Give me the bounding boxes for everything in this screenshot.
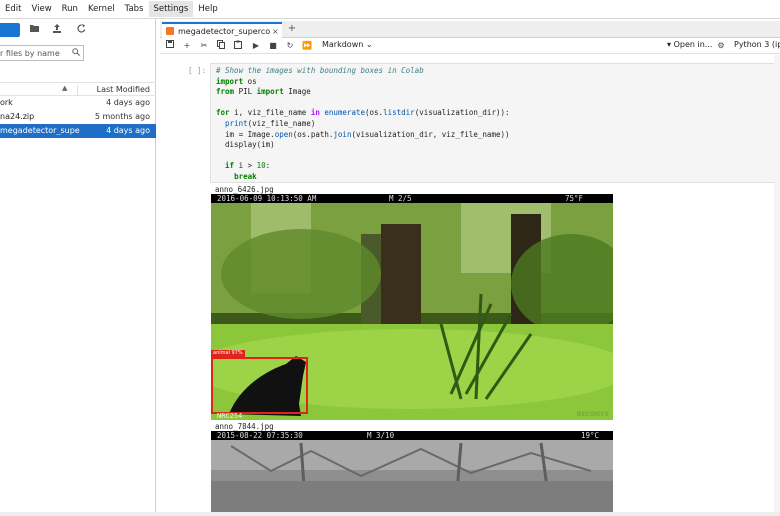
image-date: 2016-06-09 10:13:50 AM	[217, 194, 317, 203]
gear-icon[interactable]: ⚙	[715, 40, 727, 52]
tab-label: megadetector_supercom	[178, 26, 270, 36]
file-browser-toolbar	[0, 23, 156, 39]
file-modified: 4 days ago	[106, 126, 150, 135]
menu-help[interactable]: Help	[193, 1, 222, 17]
file-list-header: ▲ Last Modified	[0, 82, 156, 96]
open-in-label: Open in...	[673, 40, 713, 49]
search-icon	[72, 48, 80, 58]
image-timestamp-bar: 2015-08-22 07:35:30 M 3/10 19°C	[211, 431, 613, 440]
copy-icon[interactable]	[215, 40, 227, 52]
insert-cell-icon[interactable]: +	[181, 40, 193, 52]
bounding-box	[211, 357, 308, 414]
file-row[interactable]: ork 4 days ago	[0, 96, 156, 110]
close-tab-icon[interactable]: ×	[272, 27, 279, 36]
cell-type-select[interactable]: Markdown ⌄	[322, 40, 373, 49]
tab-notebook[interactable]: megadetector_supercom ×	[162, 22, 282, 38]
menu-kernel[interactable]: Kernel	[83, 1, 120, 17]
image-temperature: 75°F	[565, 194, 584, 203]
upload-icon[interactable]	[51, 24, 63, 36]
notebook-icon	[166, 27, 174, 35]
image-moon: M 3/10	[367, 431, 395, 440]
menu-edit[interactable]: Edit	[0, 1, 26, 17]
file-modified: 4 days ago	[106, 98, 150, 107]
kernel-name[interactable]: Python 3 (ipy	[734, 40, 780, 49]
add-tab-button[interactable]: +	[286, 23, 298, 35]
file-row[interactable]: na24.zip 5 months ago	[0, 110, 156, 124]
menu-view[interactable]: View	[26, 1, 56, 17]
notebook-scrollbar[interactable]	[774, 55, 780, 516]
caret-down-icon: ▾	[667, 40, 672, 49]
status-bar	[0, 512, 780, 516]
camera-trap-image: 2016-06-09 10:13:50 AM M 2/5 75°F animal…	[211, 194, 613, 420]
file-filter-placeholder: r files by name	[0, 48, 60, 58]
refresh-icon[interactable]	[75, 24, 87, 36]
open-in-button[interactable]: ▾ Open in...	[667, 40, 712, 49]
chevron-down-icon: ⌄	[365, 40, 373, 49]
camera-trap-image: 2015-08-22 07:35:30 M 3/10 19°C	[211, 431, 613, 516]
file-name: megadetector_superc...	[0, 126, 80, 135]
cell-prompt: [ ]:	[188, 66, 207, 75]
new-folder-icon[interactable]	[28, 24, 40, 36]
image-moon: M 2/5	[389, 194, 412, 203]
output-filename: anno_7844.jpg	[215, 422, 274, 431]
new-launcher-button[interactable]	[0, 23, 20, 37]
file-name: ork	[0, 98, 13, 107]
paste-icon[interactable]	[232, 40, 244, 52]
code-cell[interactable]: # Show the images with bounding boxes in…	[210, 63, 780, 183]
cut-icon[interactable]: ✂	[198, 40, 210, 52]
file-browser: r files by name ▲ Last Modified ork 4 da…	[0, 19, 156, 516]
file-row-selected[interactable]: megadetector_superc... 4 days ago	[0, 124, 156, 138]
menu-bar: Edit View Run Kernel Tabs Settings Help	[0, 0, 780, 19]
menu-tabs[interactable]: Tabs	[120, 1, 149, 17]
notebook-panel: [ ]: # Show the images with bounding box…	[160, 55, 780, 516]
save-icon[interactable]	[164, 40, 176, 52]
file-name: na24.zip	[0, 112, 35, 121]
menu-settings[interactable]: Settings	[148, 1, 194, 17]
image-date: 2015-08-22 07:35:30	[217, 431, 303, 440]
run-icon[interactable]: ▶	[250, 40, 262, 52]
restart-icon[interactable]: ↻	[284, 40, 296, 52]
image-temperature: 19°C	[581, 431, 600, 440]
notebook-toolbar: + ✂ ▶ ■ ↻ ⏩ Markdown ⌄ ▾ Open in... ⚙ Py…	[160, 38, 780, 54]
code-comment: # Show the images with bounding boxes in…	[216, 66, 424, 75]
file-modified: 5 months ago	[94, 112, 150, 121]
bbox-label: animal 97%	[211, 350, 245, 357]
file-filter-input[interactable]: r files by name	[0, 45, 84, 61]
fast-forward-icon[interactable]: ⏩	[301, 40, 313, 52]
menu-run[interactable]: Run	[57, 1, 83, 17]
camera-id: NRC254	[217, 412, 243, 420]
output-filename: anno_6426.jpg	[215, 185, 274, 194]
column-modified-header[interactable]: Last Modified	[97, 85, 150, 94]
camera-brand: RECONYX	[576, 411, 609, 418]
cell-type-value: Markdown	[322, 40, 364, 49]
sort-ascending-icon[interactable]: ▲	[62, 84, 67, 92]
document-tab-bar: megadetector_supercom × +	[160, 21, 780, 38]
stop-icon[interactable]: ■	[267, 40, 279, 52]
image-timestamp-bar: 2016-06-09 10:13:50 AM M 2/5 75°F	[211, 194, 613, 203]
